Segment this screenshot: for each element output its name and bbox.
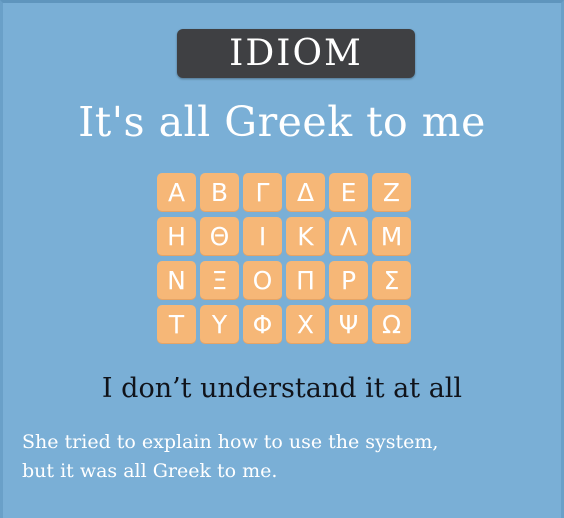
letter-tile: Ζ <box>372 173 411 212</box>
letter-tile: Β <box>200 173 239 212</box>
letter-tile: Η <box>157 217 196 256</box>
letter-tile: Α <box>157 173 196 212</box>
letter-tile: Π <box>286 261 325 300</box>
letter-tile: Φ <box>243 305 282 344</box>
letter-tile: Μ <box>372 217 411 256</box>
letter-tile: Ε <box>329 173 368 212</box>
letter-tile: Τ <box>157 305 196 344</box>
letter-tile: Θ <box>200 217 239 256</box>
letter-tile: Δ <box>286 173 325 212</box>
letter-tile: Σ <box>372 261 411 300</box>
letter-tile: Ω <box>372 305 411 344</box>
greek-letter-grid: ΑΒΓΔΕΖ ΗΘΙΚΛΜ ΝΞΟΠΡΣ ΤΥΦΧΨΩ <box>157 173 411 344</box>
letter-tile: Γ <box>243 173 282 212</box>
letter-tile: Ρ <box>329 261 368 300</box>
example-line-2: but it was all Greek to me. <box>22 460 278 482</box>
idiom-title: It's all Greek to me <box>78 98 486 146</box>
letter-tile: Υ <box>200 305 239 344</box>
letter-tile: Ο <box>243 261 282 300</box>
letter-tile: Κ <box>286 217 325 256</box>
letter-tile: Ξ <box>200 261 239 300</box>
letter-tile: Ν <box>157 261 196 300</box>
example-line-1: She tried to explain how to use the syst… <box>22 431 439 453</box>
letter-tile: Ψ <box>329 305 368 344</box>
letter-tile: Χ <box>286 305 325 344</box>
idiom-meaning: I don’t understand it at all <box>101 373 463 404</box>
example-sentence: She tried to explain how to use the syst… <box>22 428 552 486</box>
letter-tile: Ι <box>243 217 282 256</box>
letter-tile: Λ <box>329 217 368 256</box>
idiom-badge: IDIOM <box>177 29 415 78</box>
